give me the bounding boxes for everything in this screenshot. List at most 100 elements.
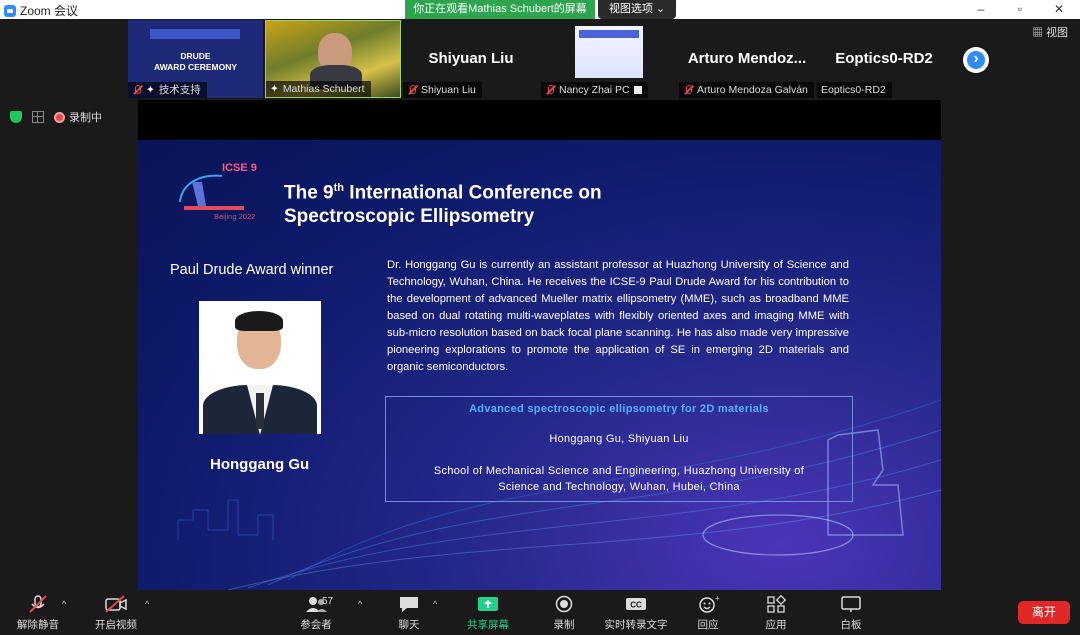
participant-name-tag: ✦ 技术支持 — [128, 82, 207, 98]
participant-big-name: Arturo Mendoz... — [687, 50, 807, 67]
winner-bio: Dr. Honggang Gu is currently an assistan… — [387, 259, 849, 373]
participants-label: 参会者 — [300, 619, 332, 631]
winner-photo — [199, 301, 321, 434]
logo-city: Beijing 2022 — [214, 212, 256, 221]
participant-name: Shiyuan Liu — [421, 84, 476, 96]
apps-label: 应用 — [765, 619, 787, 631]
view-toggle-label: 视图 — [1046, 27, 1069, 39]
title-part: The 9 — [284, 182, 334, 204]
participants-count: 57 — [322, 596, 334, 607]
slide-title: The 9th International Conference on Spec… — [284, 176, 602, 229]
participant-name: Nancy Zhai PC — [559, 84, 630, 96]
chat-button[interactable]: 聊天 — [379, 595, 439, 632]
talk-box: Advanced spectroscopic ellipsometry for … — [385, 396, 853, 502]
participant-name-tag: Nancy Zhai PC — [541, 82, 648, 98]
chevron-up-icon[interactable]: ^ — [145, 599, 149, 609]
live-transcript-button[interactable]: CC 实时转录文字 — [600, 595, 672, 632]
whiteboard-label: 白板 — [840, 619, 862, 631]
participant-tile-mathias[interactable]: ✦ Mathias Schubert — [265, 20, 401, 98]
view-toggle-button[interactable]: ▦ 视图 — [1032, 24, 1068, 40]
video-off-icon — [104, 595, 128, 613]
participant-big-name: Shiyuan Liu — [428, 50, 514, 67]
reactions-button[interactable]: + 回应 — [678, 594, 738, 632]
layout-grid-icon[interactable] — [32, 111, 44, 123]
chat-icon — [397, 595, 421, 613]
participant-name-tag: Shiyuan Liu — [403, 82, 482, 98]
recording-icon — [54, 111, 65, 123]
logo-title: ICSE 9 — [222, 162, 257, 174]
award-label: Paul Drude Award winner — [170, 262, 334, 278]
participant-name-tag: ✦ Mathias Schubert — [266, 81, 371, 97]
app-title: Zoom 会议 — [4, 2, 78, 19]
screen-share-icon — [633, 86, 642, 94]
whiteboard-button[interactable]: 白板 — [821, 595, 881, 632]
participant-name: Arturo Mendoza Galván — [697, 84, 808, 96]
close-button[interactable]: ✕ — [1052, 2, 1066, 16]
participant-name-tag: Arturo Mendoza Galván — [679, 82, 814, 98]
meeting-toolbar: 解除静音 ^ 开启视频 ^ 57 参会者 ^ 聊天 ^ 共享屏幕 录制 CC 实… — [0, 590, 1080, 635]
winner-name: Honggang Gu — [210, 456, 310, 473]
photo-hair — [235, 311, 283, 331]
unmute-button[interactable]: 解除静音 — [8, 595, 68, 632]
presentation-slide: ICSE 9 Beijing 2022 The 9th Internationa… — [138, 140, 941, 590]
title-part: International Conference on — [344, 182, 602, 204]
chevron-up-icon[interactable]: ^ — [433, 599, 437, 609]
apps-button[interactable]: 应用 — [746, 594, 806, 632]
leave-meeting-button[interactable]: 离开 — [1018, 601, 1070, 624]
meeting-status-row: 录制中 — [10, 109, 102, 125]
svg-text:+: + — [715, 595, 720, 603]
emoji-reaction-icon: + — [696, 594, 720, 613]
reactions-label: 回应 — [697, 619, 719, 631]
mic-muted-icon — [132, 85, 142, 95]
view-options-label: 视图选项 — [608, 3, 653, 15]
view-options-button[interactable]: 视图选项 ⌄ — [598, 0, 676, 19]
pin-icon: ✦ — [270, 83, 279, 95]
participant-tile-nancy[interactable]: Nancy Zhai PC — [541, 20, 677, 98]
start-video-button[interactable]: 开启视频 — [86, 595, 146, 632]
talk-authors: Honggang Gu, Shiyuan Liu — [549, 433, 689, 445]
chevron-up-icon[interactable]: ^ — [62, 599, 66, 609]
pin-icon: ✦ — [146, 84, 155, 96]
record-button[interactable]: 录制 — [534, 595, 594, 632]
minimize-button[interactable]: – — [974, 2, 988, 16]
chevron-right-icon: › — [973, 50, 979, 67]
window-title: Zoom 会议 — [20, 4, 79, 18]
record-label: 录制 — [553, 619, 575, 631]
svg-text:CC: CC — [630, 601, 642, 610]
thumb-slide-text: DRUDE AWARD CEREMONY — [153, 51, 238, 72]
participant-tile-shiyuan[interactable]: Shiyuan Liu Shiyuan Liu — [403, 20, 539, 98]
maximize-button[interactable]: ▫ — [1013, 2, 1027, 16]
affiliation-line-2: Science and Technology, Wuhan, Hubei, Ch… — [498, 481, 740, 493]
title-line-2: Spectroscopic Ellipsometry — [284, 206, 535, 228]
next-page-button[interactable]: › — [963, 47, 989, 73]
participant-tile-eoptics[interactable]: Eoptics0-RD2 Eoptics0-RD2 — [817, 20, 951, 98]
record-icon — [552, 595, 576, 613]
share-screen-button[interactable]: 共享屏幕 — [458, 595, 518, 632]
participant-tile-support[interactable]: DRUDE AWARD CEREMONY ✦ 技术支持 — [128, 20, 263, 98]
chat-label: 聊天 — [398, 619, 420, 631]
zoom-logo-icon — [4, 4, 16, 17]
start-video-label: 开启视频 — [95, 619, 137, 631]
whiteboard-icon — [839, 595, 863, 613]
mic-muted-icon — [407, 85, 417, 95]
participant-name: Mathias Schubert — [282, 83, 365, 95]
closed-caption-icon: CC — [624, 595, 648, 613]
sharing-banner: 你正在观看Mathias Schubert的屏幕 — [405, 0, 595, 19]
chevron-up-icon[interactable]: ^ — [358, 599, 362, 609]
security-shield-icon[interactable] — [10, 111, 22, 123]
recording-status: 录制中 — [69, 112, 102, 124]
mic-off-icon — [26, 595, 50, 613]
participants-icon: 57 — [296, 595, 336, 613]
talk-affiliation: School of Mechanical Science and Enginee… — [386, 463, 852, 495]
share-screen-icon — [476, 595, 500, 613]
apps-icon — [764, 594, 788, 613]
thumb-shared-screen — [575, 26, 643, 78]
participant-name: 技术支持 — [158, 84, 201, 96]
affiliation-line-1: School of Mechanical Science and Enginee… — [433, 465, 805, 477]
participants-button[interactable]: 57 参会者 — [286, 595, 346, 632]
mic-muted-icon — [545, 85, 555, 95]
photo-tie — [256, 393, 264, 429]
grid-view-icon: ▦ — [1032, 27, 1043, 39]
participant-tile-arturo[interactable]: Arturo Mendoz... Arturo Mendoza Galván — [679, 20, 815, 98]
window-titlebar: Zoom 会议 你正在观看Mathias Schubert的屏幕 视图选项 ⌄ … — [0, 0, 1080, 19]
